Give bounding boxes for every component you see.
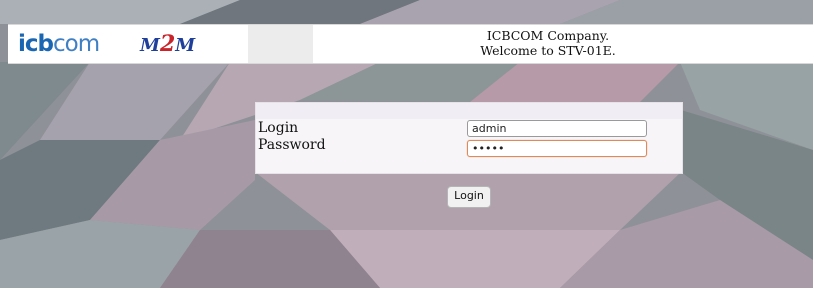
m2m-logo: M2M (140, 30, 196, 57)
login-input[interactable] (467, 120, 647, 137)
panel-top-band (256, 103, 682, 119)
login-panel: Login Password (255, 102, 683, 174)
welcome-text: Welcome to STV-01E. (480, 43, 616, 58)
header-divider-block (248, 25, 313, 63)
header-bar: icbcom M2M ICBCOM Company. Welcome to ST… (8, 24, 813, 64)
icbcom-logo: icbcom (18, 31, 100, 57)
company-title: ICBCOM Company. Welcome to STV-01E. (428, 28, 668, 58)
company-name: ICBCOM Company. (486, 28, 610, 43)
login-label: Login (258, 120, 299, 136)
login-button[interactable]: Login (447, 186, 491, 208)
password-input[interactable] (467, 140, 647, 157)
password-label: Password (258, 137, 326, 153)
